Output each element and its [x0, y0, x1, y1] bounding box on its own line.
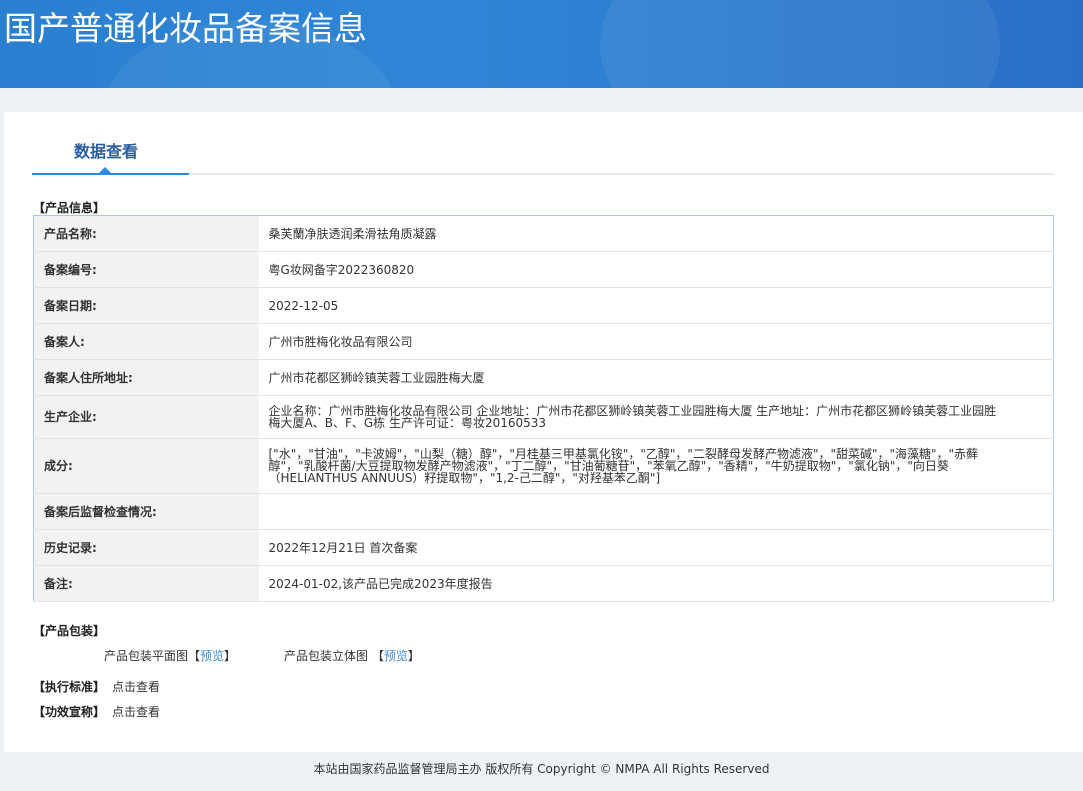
- page-header: 国产普通化妆品备案信息: [0, 0, 1083, 88]
- row-label: 备案后监督检查情况:: [33, 493, 259, 530]
- row-value: 2024-01-02,该产品已完成2023年度报告: [258, 565, 1054, 602]
- packaging-flat-label: 产品包装平面图: [104, 649, 189, 663]
- row-value: 2022年12月21日 首次备案: [258, 529, 1054, 566]
- row-value: 企业名称：广州市胜梅化妆品有限公司 企业地址：广州市花都区狮岭镇芙蓉工业园胜梅大…: [258, 395, 1054, 439]
- standard-heading: 【执行标准】: [33, 680, 106, 694]
- table-row: 备案人: 广州市胜梅化妆品有限公司: [33, 323, 1054, 360]
- row-label: 生产企业:: [33, 395, 259, 439]
- packaging-flat: 产品包装平面图【预览】: [104, 649, 237, 663]
- packaging-solid-preview-link[interactable]: 预览: [384, 649, 408, 663]
- content-panel: 数据查看 【产品信息】 产品名称: 桑芙蘭净肤透润柔滑祛角质凝露 备案编号: 粤G妆网…: [4, 112, 1083, 752]
- row-label: 备案人住所地址:: [33, 359, 259, 396]
- row-label: 备案日期:: [33, 287, 259, 324]
- row-value: ["水"，"甘油"，"卡波姆"，"山梨（糖）醇"，"月桂基三甲基氯化铵"，"乙醇…: [258, 438, 1054, 494]
- row-label: 备案编号:: [33, 251, 259, 288]
- table-row: 备案人住所地址: 广州市花都区狮岭镇芙蓉工业园胜梅大厦: [33, 359, 1054, 396]
- claims-view-link[interactable]: 点击查看: [112, 703, 160, 720]
- claims-heading: 【功效宣称】: [33, 705, 106, 719]
- standard-view-link[interactable]: 点击查看: [112, 678, 160, 695]
- table-row: 备案编号: 粤G妆网备字2022360820: [33, 251, 1054, 288]
- tab-arrow-icon: [99, 167, 111, 173]
- row-label: 备案人:: [33, 323, 259, 360]
- footer-copyright: 本站由国家药品监督管理局主办 版权所有 Copyright © NMPA All…: [313, 762, 770, 776]
- row-label: 历史记录:: [33, 529, 259, 566]
- row-label: 产品名称:: [33, 215, 259, 252]
- tab-active-indicator: [32, 173, 189, 175]
- table-row: 成分: ["水"，"甘油"，"卡波姆"，"山梨（糖）醇"，"月桂基三甲基氯化铵"，…: [33, 438, 1054, 494]
- packaging-solid-label: 产品包装立体图: [284, 649, 369, 663]
- packaging-flat-preview-link[interactable]: 预览: [200, 649, 224, 663]
- row-value: 广州市胜梅化妆品有限公司: [258, 323, 1054, 360]
- row-value: 桑芙蘭净肤透润柔滑祛角质凝露: [258, 215, 1054, 252]
- table-row: 生产企业: 企业名称：广州市胜梅化妆品有限公司 企业地址：广州市花都区狮岭镇芙蓉工…: [33, 395, 1054, 439]
- row-value: 广州市花都区狮岭镇芙蓉工业园胜梅大厦: [258, 359, 1054, 396]
- packaging-solid: 产品包装立体图 【预览】: [284, 649, 420, 663]
- table-row: 备注: 2024-01-02,该产品已完成2023年度报告: [33, 565, 1054, 602]
- header-decoration: [600, 0, 1000, 88]
- table-row: 历史记录: 2022年12月21日 首次备案: [33, 529, 1054, 566]
- table-row: 产品名称: 桑芙蘭净肤透润柔滑祛角质凝露: [33, 215, 1054, 252]
- row-value: 粤G妆网备字2022360820: [258, 251, 1054, 288]
- page-title: 国产普通化妆品备案信息: [4, 9, 367, 48]
- product-info-table: 产品名称: 桑芙蘭净肤透润柔滑祛角质凝露 备案编号: 粤G妆网备字2022360820…: [33, 215, 1054, 602]
- table-row: 备案日期: 2022-12-05: [33, 287, 1054, 324]
- table-row: 备案后监督检查情况:: [33, 493, 1054, 530]
- packaging-heading: 【产品包装】: [33, 624, 106, 638]
- row-label: 备注:: [33, 565, 259, 602]
- row-label: 成分:: [33, 438, 259, 494]
- row-value: 2022-12-05: [258, 287, 1054, 324]
- product-info-heading: 【产品信息】: [33, 201, 106, 215]
- row-value: [258, 493, 1054, 530]
- tab-data-view[interactable]: 数据查看: [74, 138, 138, 162]
